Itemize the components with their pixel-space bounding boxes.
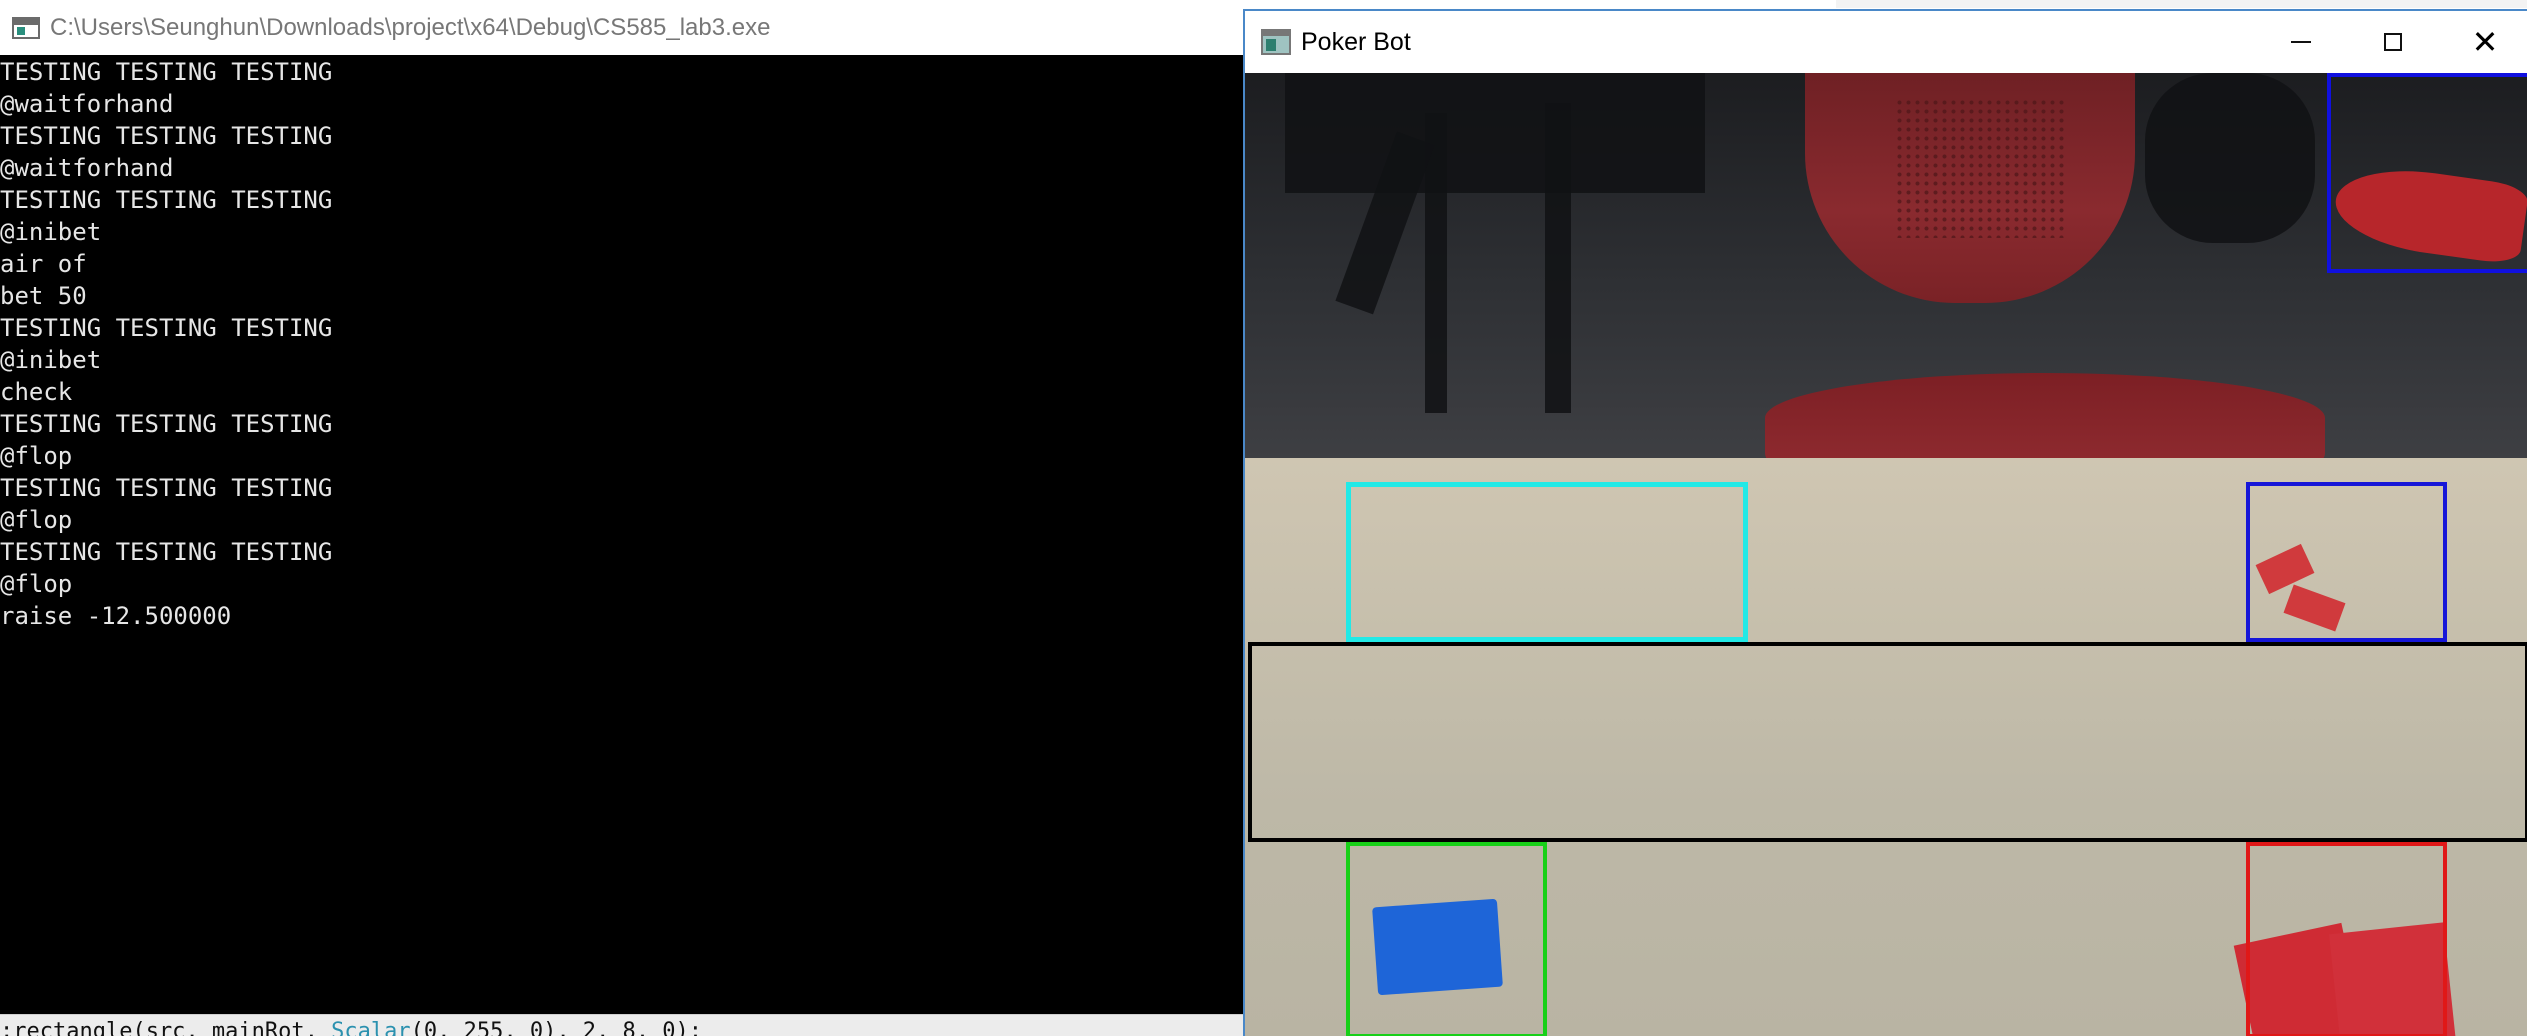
- maximize-button[interactable]: [2347, 11, 2439, 73]
- console-line: TESTING TESTING TESTING: [0, 122, 333, 150]
- camera-feed: [1245, 73, 2527, 1036]
- console-line: TESTING TESTING TESTING: [0, 58, 333, 86]
- background-window-strip: [1836, 0, 2527, 8]
- console-line: @flop: [0, 506, 73, 534]
- detection-box-top-right: [2327, 73, 2527, 273]
- chair-mesh: [1895, 98, 2065, 238]
- console-line: @inibet: [0, 346, 102, 374]
- console-line: bet 50: [0, 282, 87, 310]
- console-titlebar[interactable]: C:\Users\Seunghun\Downloads\project\x64\…: [0, 0, 1245, 55]
- console-line: @flop: [0, 570, 73, 598]
- console-line: TESTING TESTING TESTING: [0, 410, 333, 438]
- red-chair-seat: [1765, 373, 2325, 463]
- detection-box-red: [2246, 842, 2447, 1036]
- office-furniture: [1285, 73, 1705, 193]
- pokerbot-app-icon: [1261, 29, 1291, 55]
- console-line: air of: [0, 250, 87, 278]
- minimize-button[interactable]: [2255, 11, 2347, 73]
- console-line: TESTING TESTING TESTING: [0, 314, 333, 342]
- chair-leg: [1545, 103, 1571, 413]
- maximize-icon: [2384, 33, 2402, 51]
- code-keyword: Scalar: [331, 1019, 411, 1036]
- console-line: TESTING TESTING TESTING: [0, 186, 333, 214]
- detection-box-cyan: [1346, 482, 1748, 642]
- close-icon: ✕: [2471, 23, 2499, 61]
- console-line: @inibet: [0, 218, 102, 246]
- minimize-icon: [2291, 41, 2311, 43]
- code-prefix: ;rectangle(src, mainRot,: [0, 1019, 332, 1036]
- console-line: check: [0, 378, 73, 406]
- console-window: C:\Users\Seunghun\Downloads\project\x64\…: [0, 0, 1245, 1036]
- console-line: @waitforhand: [0, 90, 174, 118]
- code-suffix: (0, 255, 0), 2, 8, 0);: [410, 1019, 703, 1036]
- console-app-icon: [12, 16, 40, 39]
- detection-box-black: [1248, 642, 2527, 842]
- console-output: TESTING TESTING TESTING @waitforhand TESTI…: [0, 56, 332, 632]
- console-line: @waitforhand: [0, 154, 174, 182]
- detection-box-blue: [2246, 482, 2447, 642]
- pokerbot-titlebar[interactable]: Poker Bot ✕: [1245, 11, 2527, 73]
- console-title: C:\Users\Seunghun\Downloads\project\x64\…: [50, 13, 771, 41]
- console-line: raise -12.500000: [0, 602, 232, 630]
- background-code-line: ;rectangle(src, mainRot, Scalar(0, 255, …: [0, 1014, 1245, 1036]
- console-line: TESTING TESTING TESTING: [0, 538, 333, 566]
- detection-box-green: [1346, 842, 1547, 1036]
- console-line: @flop: [0, 442, 73, 470]
- console-line: TESTING TESTING TESTING: [0, 474, 333, 502]
- pokerbot-title: Poker Bot: [1301, 27, 1411, 56]
- office-chair-dark: [2145, 73, 2315, 243]
- pokerbot-window: Poker Bot ✕: [1243, 9, 2527, 1036]
- close-button[interactable]: ✕: [2439, 11, 2527, 73]
